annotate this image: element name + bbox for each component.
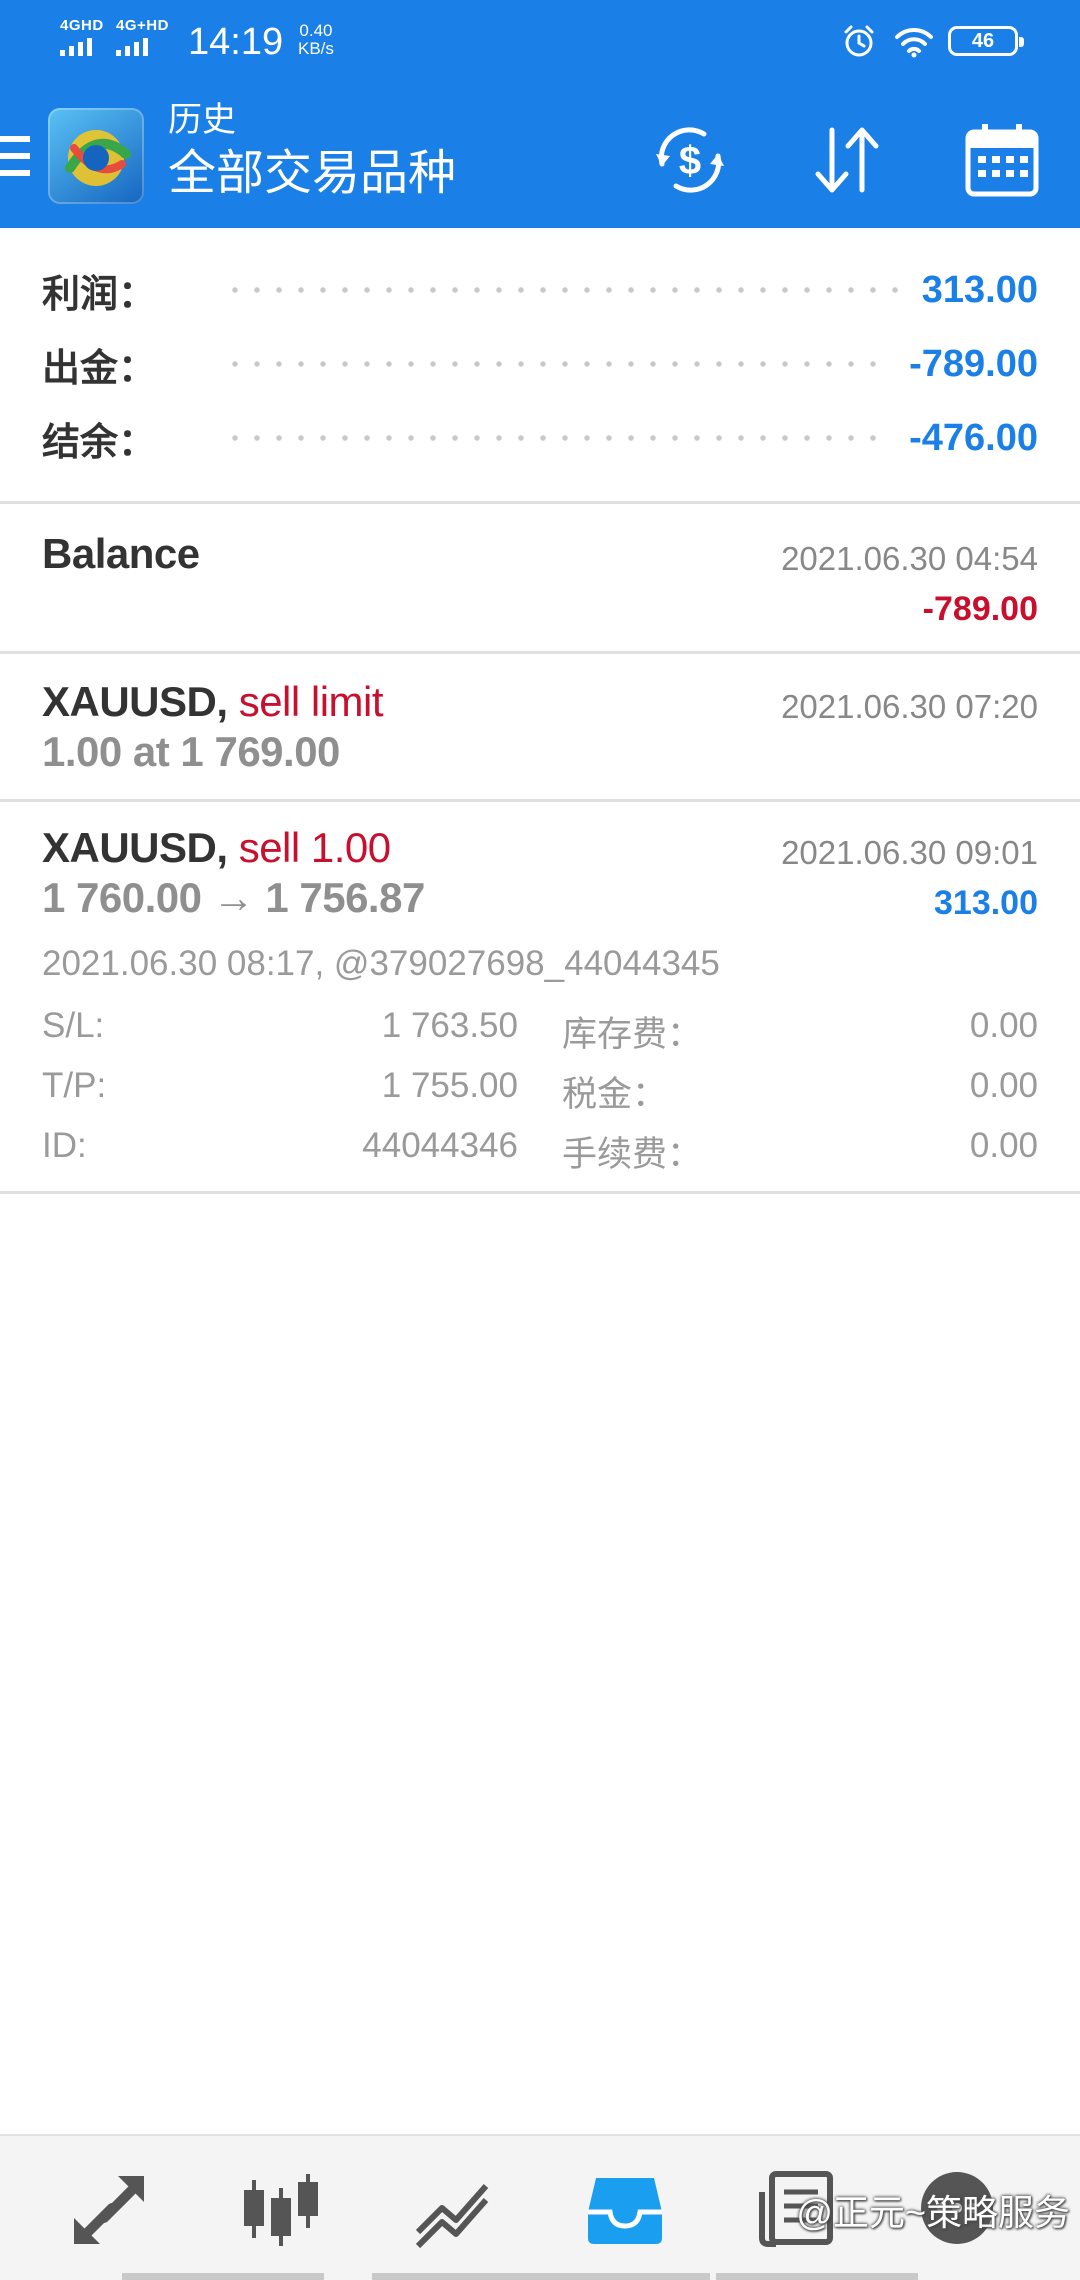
svg-text:$: $ bbox=[679, 139, 701, 183]
calendar-icon[interactable] bbox=[960, 118, 1044, 202]
order-datetime: 2021.06.30 07:20 bbox=[781, 688, 1038, 725]
dotted-leader bbox=[224, 287, 902, 293]
sim2-signal: 4G+HD bbox=[116, 18, 169, 56]
detail-key: T/P: bbox=[42, 1066, 107, 1105]
nav-indicator bbox=[716, 2273, 918, 2280]
summary-value: -789.00 bbox=[909, 342, 1038, 385]
signal-bars-icon bbox=[60, 38, 92, 56]
position-meta: 2021.06.30 08:17, @379027698_44044345 bbox=[42, 944, 720, 983]
detail-value: 44044346 bbox=[362, 1126, 518, 1165]
top-bar: 4GHD 4G+HD 14:19 0.40 KB/s 46 历史 全部交易品种 … bbox=[0, 0, 1080, 228]
detail-value: 0.00 bbox=[969, 1126, 1038, 1165]
position-profit: 313.00 bbox=[934, 884, 1038, 922]
history-summary: 利润： 313.00 出金： -789.00 结余： -476.00 bbox=[0, 228, 1080, 504]
order-detail: 1.00 at 1 769.00 bbox=[42, 728, 340, 775]
detail-row-sl: S/L: 1 763.50 库存费： 0.00 bbox=[42, 1006, 1038, 1062]
app-bar: 历史 全部交易品种 $ bbox=[0, 84, 1080, 228]
position-symbol-line: XAUUSD, sell 1.00 bbox=[42, 824, 391, 872]
list-item-balance[interactable]: Balance 2021.06.30 04:54 -789.00 bbox=[0, 504, 1080, 654]
metatrader-logo bbox=[48, 108, 144, 204]
list-item-order[interactable]: XAUUSD, sell limit 2021.06.30 07:20 1.00… bbox=[0, 654, 1080, 802]
header-titles[interactable]: 历史 全部交易品种 bbox=[168, 98, 456, 206]
position-prices: 1 760.00 → 1 756.87 bbox=[42, 874, 425, 921]
nav-indicator bbox=[122, 2273, 324, 2280]
detail-key: S/L: bbox=[42, 1006, 105, 1045]
deal-name: Balance bbox=[42, 530, 200, 577]
detail-key: ID: bbox=[42, 1126, 87, 1165]
header-title: 全部交易品种 bbox=[168, 147, 457, 200]
detail-row-tp: T/P: 1 755.00 税金： 0.00 bbox=[42, 1066, 1038, 1122]
sim2-label: 4G+HD bbox=[116, 17, 169, 34]
nav-indicator bbox=[372, 2273, 710, 2280]
order-symbol-line: XAUUSD, sell limit bbox=[42, 678, 384, 726]
position-type: sell 1.00 bbox=[238, 824, 391, 871]
detail-key: 库存费： bbox=[562, 1015, 703, 1054]
position-datetime: 2021.06.30 09:01 bbox=[781, 834, 1038, 871]
summary-label: 结余： bbox=[42, 421, 157, 464]
summary-value: -476.00 bbox=[909, 416, 1038, 459]
inbox-icon[interactable] bbox=[584, 2168, 666, 2250]
order-type: sell limit bbox=[238, 678, 384, 725]
battery-icon: 46 bbox=[948, 26, 1024, 56]
trade-arrows-icon[interactable] bbox=[68, 2168, 150, 2250]
order-symbol: XAUUSD, bbox=[42, 678, 228, 725]
sort-icon[interactable] bbox=[804, 118, 888, 202]
menu-icon[interactable] bbox=[0, 136, 30, 176]
summary-balance: 结余： -476.00 bbox=[42, 400, 1038, 476]
summary-label: 出金： bbox=[42, 347, 157, 390]
header-subtitle: 历史 bbox=[168, 101, 236, 139]
list-item-position[interactable]: XAUUSD, sell 1.00 2021.06.30 09:01 1 760… bbox=[0, 802, 1080, 1194]
detail-value: 1 755.00 bbox=[381, 1066, 518, 1105]
summary-label: 利润： bbox=[42, 273, 157, 316]
network-speed: 0.40 KB/s bbox=[298, 22, 334, 58]
detail-value: 0.00 bbox=[969, 1066, 1038, 1105]
speed-unit: KB/s bbox=[298, 39, 334, 58]
status-time: 14:19 bbox=[188, 21, 284, 63]
position-symbol: XAUUSD, bbox=[42, 824, 228, 871]
detail-key: 手续费： bbox=[562, 1135, 703, 1174]
battery-level: 46 bbox=[971, 29, 995, 52]
detail-key: 税金： bbox=[562, 1075, 668, 1114]
summary-withdrawal: 出金： -789.00 bbox=[42, 326, 1038, 402]
signal-bars-icon bbox=[116, 38, 148, 56]
detail-value: 1 763.50 bbox=[381, 1006, 518, 1045]
alarm-icon bbox=[844, 25, 874, 57]
metatrader-logo-icon bbox=[65, 130, 131, 186]
wifi-icon bbox=[895, 27, 933, 58]
sim1-label: 4GHD bbox=[60, 17, 104, 34]
dotted-leader bbox=[224, 435, 890, 441]
dollar-refresh-icon[interactable]: $ bbox=[648, 118, 732, 202]
dotted-leader bbox=[224, 361, 890, 367]
deal-amount: -789.00 bbox=[922, 590, 1038, 628]
sim1-signal: 4GHD bbox=[60, 18, 104, 56]
bottom-nav: @正元~策略服务 bbox=[0, 2134, 1080, 2280]
summary-profit: 利润： 313.00 bbox=[42, 252, 1038, 328]
detail-value: 0.00 bbox=[969, 1006, 1038, 1045]
watermark-text: @正元~策略服务 bbox=[796, 2192, 1070, 2233]
detail-row-id: ID: 44044346 手续费： 0.00 bbox=[42, 1126, 1038, 1182]
chart-lines-icon[interactable] bbox=[412, 2168, 494, 2250]
candlestick-icon[interactable] bbox=[240, 2168, 322, 2250]
summary-value: 313.00 bbox=[921, 268, 1038, 311]
speed-value: 0.40 bbox=[299, 21, 333, 40]
status-bar: 4GHD 4G+HD 14:19 0.40 KB/s 46 bbox=[0, 0, 1080, 84]
deal-datetime: 2021.06.30 04:54 bbox=[781, 540, 1038, 577]
